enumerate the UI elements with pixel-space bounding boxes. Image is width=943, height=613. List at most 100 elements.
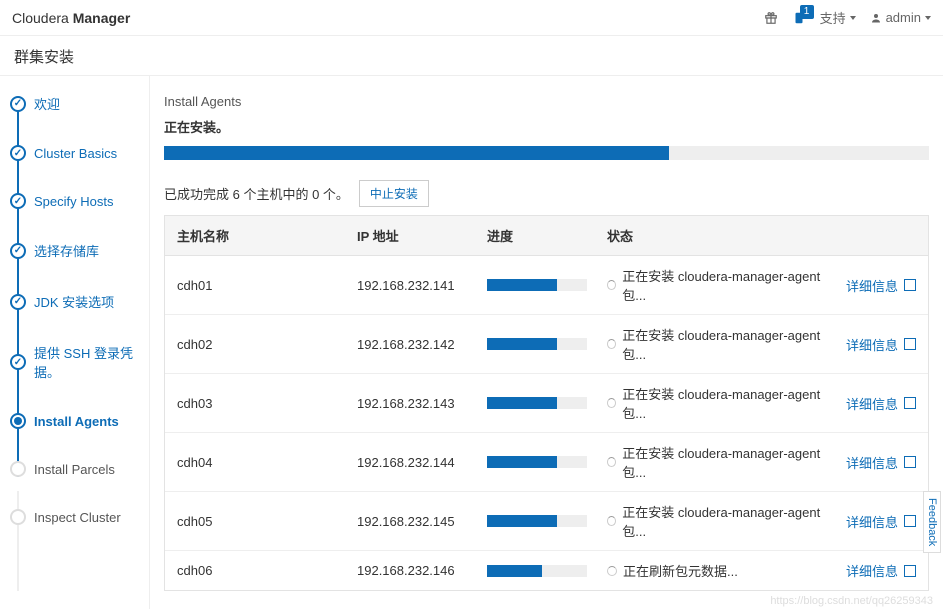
spinner-icon <box>607 457 616 467</box>
step-label: Inspect Cluster <box>34 510 121 525</box>
app-header: Cloudera Manager 1 支持 admin <box>0 0 943 36</box>
step-status-icon <box>10 413 26 429</box>
cell-status: 正在安装 cloudera-manager-agent 包... <box>607 384 826 422</box>
detail-link[interactable]: 详细信息 <box>846 335 898 354</box>
wizard-sidebar: 欢迎 Cluster Basics Specify Hosts 选择存储库 JDK 安装… <box>0 76 150 609</box>
section-title: Install Agents <box>164 94 929 109</box>
user-label: admin <box>886 10 921 25</box>
popout-icon[interactable] <box>904 397 916 409</box>
cell-status: 正在安装 cloudera-manager-agent 包... <box>607 325 826 363</box>
popout-icon[interactable] <box>904 515 916 527</box>
step-status-icon <box>10 243 26 259</box>
cell-progress <box>487 279 607 291</box>
summary-row: 已成功完成 6 个主机中的 0 个。 中止安装 <box>164 180 929 207</box>
cell-progress <box>487 515 607 527</box>
notification-badge: 1 <box>800 5 814 19</box>
step-status-icon <box>10 509 26 525</box>
cell-ip: 192.168.232.141 <box>357 278 487 293</box>
wizard-step-0[interactable]: 欢迎 <box>10 94 139 113</box>
support-menu[interactable]: 支持 <box>820 8 856 27</box>
cell-progress <box>487 456 607 468</box>
support-label: 支持 <box>820 8 846 27</box>
cell-status: 正在安装 cloudera-manager-agent 包... <box>607 266 826 304</box>
table-row: cdh01192.168.232.141正在安装 cloudera-manage… <box>165 256 928 315</box>
feedback-tab[interactable]: Feedback <box>923 491 941 553</box>
col-status: 状态 <box>607 226 826 245</box>
wizard-step-4[interactable]: JDK 安装选项 <box>10 292 139 311</box>
table-row: cdh06192.168.232.146 正在刷新包元数据... 详细信息 <box>165 551 928 590</box>
brand-bold: Manager <box>73 10 131 26</box>
step-status-icon <box>10 461 26 477</box>
cell-ip: 192.168.232.142 <box>357 337 487 352</box>
main-content: Install Agents 正在安装。 已成功完成 6 个主机中的 0 个。 … <box>150 76 943 609</box>
summary-text: 已成功完成 6 个主机中的 0 个。 <box>164 184 349 203</box>
cell-ip: 192.168.232.143 <box>357 396 487 411</box>
col-ip: IP 地址 <box>357 226 487 245</box>
wizard-step-6[interactable]: Install Agents <box>10 413 139 429</box>
notification-icon[interactable]: 1 <box>792 11 806 25</box>
step-label: 欢迎 <box>34 94 60 113</box>
chevron-down-icon <box>850 16 856 20</box>
table-row: cdh05192.168.232.145正在安装 cloudera-manage… <box>165 492 928 551</box>
spinner-icon <box>607 516 616 526</box>
cell-detail: 详细信息 <box>826 276 916 295</box>
wizard-step-7[interactable]: Install Parcels <box>10 461 139 477</box>
page-title: 群集安装 <box>0 36 943 76</box>
overall-progress-bar <box>164 146 929 160</box>
detail-link[interactable]: 详细信息 <box>846 394 898 413</box>
table-row: cdh02192.168.232.142正在安装 cloudera-manage… <box>165 315 928 374</box>
wizard-step-3[interactable]: 选择存储库 <box>10 241 139 260</box>
step-label: 选择存储库 <box>34 241 99 260</box>
cell-ip: 192.168.232.144 <box>357 455 487 470</box>
cell-detail: 详细信息 <box>826 394 916 413</box>
cell-detail: 详细信息 <box>826 561 916 580</box>
step-label: Install Parcels <box>34 462 115 477</box>
step-status-icon <box>10 354 26 370</box>
spinner-icon <box>607 398 616 408</box>
table-row: cdh03192.168.232.143正在安装 cloudera-manage… <box>165 374 928 433</box>
cell-progress <box>487 565 607 577</box>
popout-icon[interactable] <box>904 565 916 577</box>
detail-link[interactable]: 详细信息 <box>846 512 898 531</box>
spinner-icon <box>607 339 616 349</box>
cell-detail: 详细信息 <box>826 512 916 531</box>
col-progress: 进度 <box>487 226 607 245</box>
step-status-icon <box>10 145 26 161</box>
cell-progress <box>487 397 607 409</box>
cell-status: 正在安装 cloudera-manager-agent 包... <box>607 502 826 540</box>
step-label: 提供 SSH 登录凭据。 <box>34 343 139 381</box>
wizard-step-2[interactable]: Specify Hosts <box>10 193 139 209</box>
wizard-step-1[interactable]: Cluster Basics <box>10 145 139 161</box>
detail-link[interactable]: 详细信息 <box>846 276 898 295</box>
popout-icon[interactable] <box>904 456 916 468</box>
watermark: https://blog.csdn.net/qq26259343 <box>770 595 933 607</box>
cell-progress <box>487 338 607 350</box>
popout-icon[interactable] <box>904 279 916 291</box>
spinner-icon <box>607 566 617 576</box>
chevron-down-icon <box>925 16 931 20</box>
step-label: JDK 安装选项 <box>34 292 114 311</box>
brand-light: Cloudera <box>12 10 73 26</box>
gift-icon[interactable] <box>764 11 778 25</box>
hosts-table: 主机名称 IP 地址 进度 状态 cdh01192.168.232.141正在安… <box>164 215 929 591</box>
wizard-step-8[interactable]: Inspect Cluster <box>10 509 139 525</box>
abort-button[interactable]: 中止安装 <box>359 180 429 207</box>
detail-link[interactable]: 详细信息 <box>846 561 898 580</box>
step-label: Install Agents <box>34 414 119 429</box>
cell-host: cdh06 <box>177 563 357 578</box>
step-label: Cluster Basics <box>34 146 117 161</box>
cell-status: 正在安装 cloudera-manager-agent 包... <box>607 443 826 481</box>
step-status-icon <box>10 294 26 310</box>
overall-progress-fill <box>164 146 669 160</box>
header-right: 1 支持 admin <box>764 8 931 27</box>
detail-link[interactable]: 详细信息 <box>846 453 898 472</box>
cell-ip: 192.168.232.145 <box>357 514 487 529</box>
popout-icon[interactable] <box>904 338 916 350</box>
cell-ip: 192.168.232.146 <box>357 563 487 578</box>
installing-label: 正在安装。 <box>164 117 929 136</box>
wizard-step-5[interactable]: 提供 SSH 登录凭据。 <box>10 343 139 381</box>
step-connector-pending <box>17 491 19 591</box>
user-menu[interactable]: admin <box>870 10 931 25</box>
cell-status: 正在刷新包元数据... <box>607 561 826 580</box>
step-status-icon <box>10 96 26 112</box>
